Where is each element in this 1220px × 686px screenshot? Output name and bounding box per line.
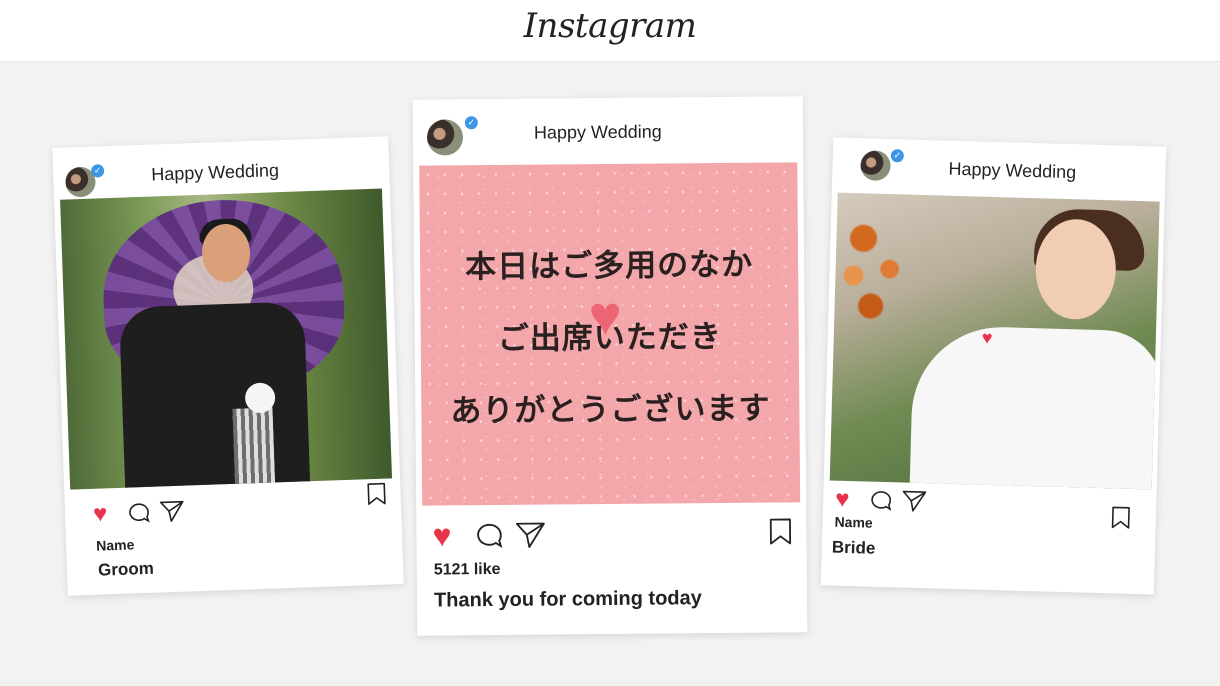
comment-icon[interactable]	[127, 501, 152, 526]
post-title: Happy Wedding	[948, 158, 1077, 183]
avatar[interactable]	[426, 119, 464, 156]
username-label[interactable]: Name	[96, 536, 135, 553]
post-card-message: ✓ Happy Wedding ♥ 本日はご多用のなか ご出席いただき ありがと…	[412, 96, 808, 636]
bookmark-icon[interactable]	[768, 516, 792, 546]
verified-icon: ✓	[890, 149, 905, 163]
instagram-logo[interactable]: Instagram	[0, 6, 1220, 46]
groom-photo	[60, 188, 393, 490]
heart-icon[interactable]: ♥	[93, 500, 108, 527]
bride-face	[1034, 218, 1118, 321]
comment-icon[interactable]	[869, 489, 894, 514]
hakama-image	[232, 407, 276, 489]
message-line: ご出席いただき	[497, 319, 722, 357]
post-caption: Thank you for coming today	[433, 587, 702, 612]
post-card-groom: ✓ Happy Wedding ♥ Name Groom	[52, 136, 404, 596]
message-image: ♥ 本日はご多用のなか ご出席いただき ありがとうございます	[419, 162, 801, 506]
top-bar: Instagram	[0, 0, 1220, 62]
username-label[interactable]: Name	[834, 514, 873, 531]
verified-icon: ✓	[464, 116, 478, 130]
post-title: Happy Wedding	[150, 160, 280, 185]
post-caption: Groom	[97, 558, 155, 580]
share-icon[interactable]	[159, 499, 186, 524]
kimono-image	[118, 301, 311, 490]
post-card-bride: ✓ Happy Wedding ♥ ♥ Name Bride	[820, 137, 1167, 595]
bookmark-icon[interactable]	[366, 482, 387, 507]
autumn-leaves	[833, 192, 928, 346]
white-kimono	[909, 324, 1160, 490]
heart-icon[interactable]: ♥	[835, 486, 850, 513]
share-icon[interactable]	[901, 488, 928, 513]
like-count[interactable]: 5121 like	[434, 561, 501, 580]
verified-icon: ✓	[90, 164, 105, 178]
share-icon[interactable]	[514, 520, 546, 550]
comment-icon[interactable]	[474, 521, 504, 551]
bride-photo: ♥	[829, 192, 1160, 490]
avatar[interactable]	[860, 150, 891, 182]
post-caption: Bride	[831, 537, 876, 558]
heart-decoration: ♥	[981, 327, 993, 348]
message-line: ありがとうございます	[450, 390, 771, 430]
post-title: Happy Wedding	[533, 121, 662, 143]
message-line: 本日はご多用のなか	[464, 246, 754, 286]
bookmark-icon[interactable]	[1110, 505, 1131, 530]
heart-icon[interactable]: ♥	[432, 517, 451, 553]
